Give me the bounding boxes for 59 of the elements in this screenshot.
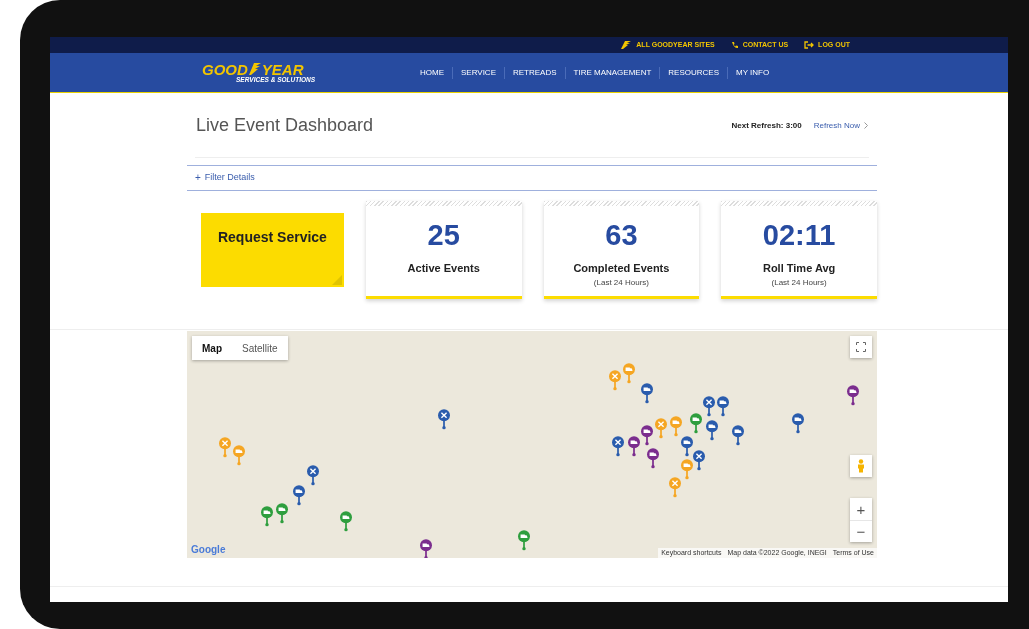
map-logo: Google — [191, 543, 226, 557]
nav-link[interactable]: SERVICE — [452, 66, 504, 79]
map-pin-icon[interactable] — [612, 436, 624, 457]
stat-value: 63 — [605, 221, 638, 250]
map-pin-icon[interactable] — [717, 396, 729, 417]
map-type-tab[interactable]: Satellite — [232, 336, 288, 360]
map-pin-icon[interactable] — [628, 436, 640, 457]
corner-fold-icon — [331, 275, 342, 285]
map-pin-icon[interactable] — [641, 425, 653, 446]
map-pin-icon[interactable] — [792, 413, 804, 434]
map-pin-icon[interactable] — [340, 511, 352, 532]
nav-link[interactable]: RETREADS — [504, 66, 565, 79]
fullscreen-icon — [856, 342, 866, 352]
map-pin-icon[interactable] — [693, 450, 705, 471]
filter-toggle[interactable]: + Filter Details — [187, 165, 877, 191]
person-icon — [857, 459, 865, 473]
nav-link[interactable]: MY INFO — [727, 66, 778, 79]
page-title: Live Event Dashboard — [196, 114, 374, 137]
map-pin-icon[interactable] — [420, 539, 432, 558]
logo-word: YEAR — [261, 61, 304, 77]
stat-value: 02:11 — [762, 221, 836, 250]
zoom-in-button[interactable]: + — [850, 498, 872, 520]
wingfoot-icon — [620, 40, 633, 50]
wingfoot-icon — [247, 62, 262, 77]
map-pin-icon[interactable] — [681, 436, 693, 457]
map-pin-icon[interactable] — [641, 383, 653, 404]
logo-word: GOOD — [202, 61, 248, 77]
phone-icon — [730, 41, 739, 49]
request-service-button[interactable]: Request Service — [201, 213, 344, 287]
map-pin-icon[interactable] — [293, 485, 305, 506]
stat-label: Completed Events — [573, 261, 670, 276]
map-pin-icon[interactable] — [732, 425, 744, 446]
nav-link[interactable]: RESOURCES — [659, 66, 727, 79]
stat-label: Roll Time Avg — [762, 261, 836, 276]
map-pin-icon[interactable] — [706, 420, 718, 441]
nav-link[interactable]: TIRE MANAGEMENT — [564, 66, 660, 79]
next-refresh-label: Next Refresh: 3:00 — [731, 119, 802, 132]
fullscreen-button[interactable] — [850, 336, 872, 358]
map-pin-icon[interactable] — [276, 503, 288, 524]
map-pin-icon[interactable] — [847, 385, 859, 406]
refresh-now-link[interactable]: Refresh Now — [813, 119, 868, 132]
map-pin-icon[interactable] — [690, 413, 702, 434]
map-type-tab[interactable]: Map — [192, 336, 232, 360]
map-pin-icon[interactable] — [647, 448, 659, 469]
stat-note: (Last 24 Hours) — [771, 276, 827, 289]
chevron-right-icon — [864, 122, 868, 129]
map-pin-icon[interactable] — [518, 530, 530, 551]
map-pin-icon[interactable] — [261, 506, 273, 527]
nav-link[interactable]: HOME — [412, 66, 452, 79]
logout-icon — [804, 41, 815, 49]
stat-value: 25 — [427, 221, 460, 250]
filter-label: Filter Details — [204, 171, 255, 185]
map-pin-icon[interactable] — [703, 396, 715, 417]
map-pin-icon[interactable] — [438, 409, 450, 430]
map-pin-icon[interactable] — [307, 465, 319, 486]
stat-note: (Last 24 Hours) — [593, 276, 649, 289]
plus-icon: + — [195, 173, 201, 183]
stat-label: Active Events — [407, 261, 480, 276]
zoom-out-button[interactable]: − — [850, 520, 872, 542]
